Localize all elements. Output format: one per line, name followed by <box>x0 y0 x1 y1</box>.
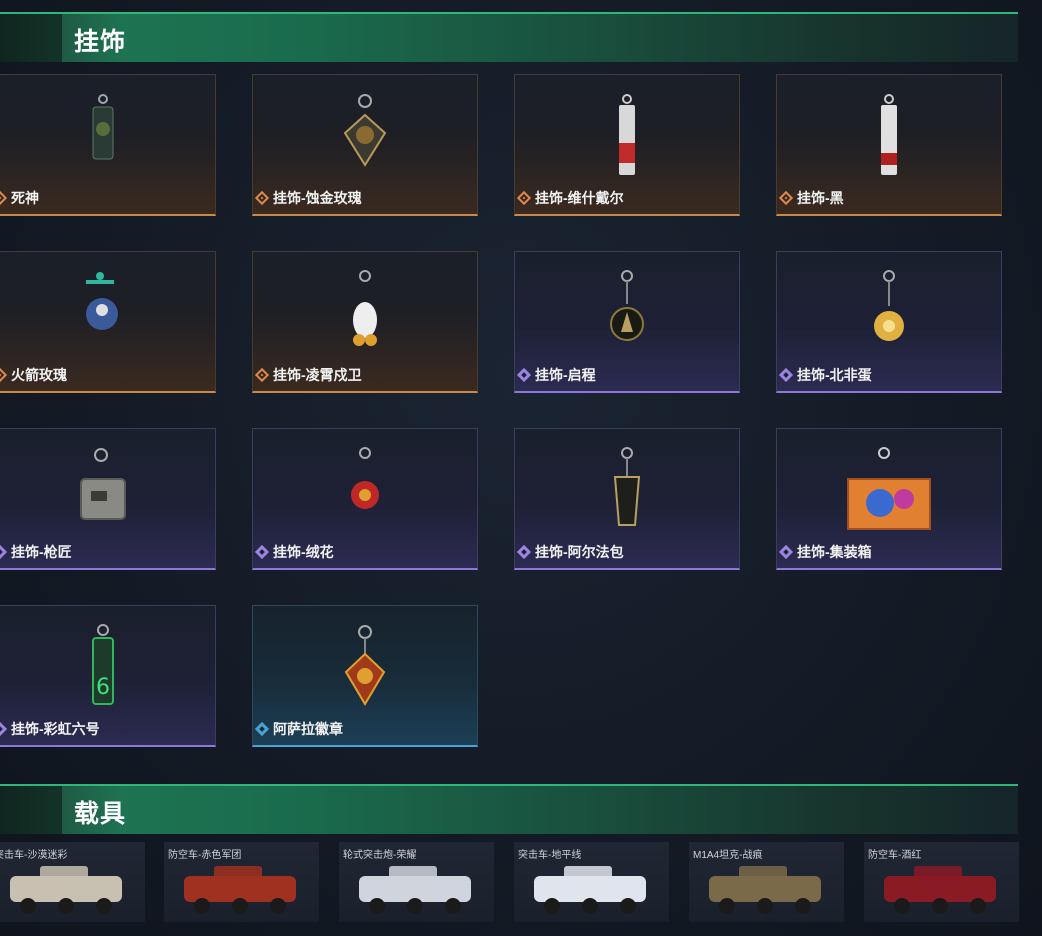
charm-label: 挂饰-枪匠 <box>0 542 72 562</box>
charm-card[interactable]: 火箭玫瑰 <box>0 251 216 393</box>
charm-name: 挂饰-彩虹六号 <box>11 721 100 737</box>
rarity-diamond-icon <box>0 721 8 737</box>
charm-label: 挂饰-彩虹六号 <box>0 719 100 739</box>
svg-text:6: 6 <box>96 675 110 700</box>
charm-card[interactable]: 挂饰-黑 <box>776 74 1002 216</box>
charm-name: 挂饰-蚀金玫瑰 <box>273 190 362 206</box>
charm-label: 挂饰-维什戴尔 <box>516 188 624 208</box>
charm-name: 挂饰-枪匠 <box>11 544 72 560</box>
charms-section-title: 挂饰 <box>74 27 127 56</box>
charms-section-header: 挂饰 <box>0 12 1018 62</box>
charm-label: 挂饰-北非蛋 <box>778 365 872 385</box>
rarity-diamond-icon <box>254 190 270 206</box>
rarity-diamond-icon <box>516 544 532 560</box>
vehicle-name: 防空车-赤色军团 <box>168 850 242 861</box>
vehicle-name: 突击车-地平线 <box>518 850 582 861</box>
vehicle-card[interactable]: 防空车-赤色军团 <box>164 842 319 922</box>
charm-card[interactable]: 挂饰-凌霄戍卫 <box>252 251 478 393</box>
charm-card[interactable]: 挂饰-绒花 <box>252 428 478 570</box>
rarity-diamond-icon <box>0 544 8 560</box>
rarity-diamond-icon <box>254 367 270 383</box>
vehicle-name: 突击车-沙漠迷彩 <box>0 850 68 861</box>
charm-card[interactable]: 挂饰-阿尔法包 <box>514 428 740 570</box>
rarity-diamond-icon <box>0 190 8 206</box>
charm-name: 挂饰-绒花 <box>273 544 334 560</box>
rarity-diamond-icon <box>0 367 8 383</box>
charm-label: 挂饰-集装箱 <box>778 542 872 562</box>
charm-card[interactable]: 挂饰-维什戴尔 <box>514 74 740 216</box>
charm-label: 火箭玫瑰 <box>0 365 67 385</box>
vehicle-card[interactable]: 防空车-酒红 <box>864 842 1019 922</box>
charm-name: 挂饰-凌霄戍卫 <box>273 367 362 383</box>
charm-label: 死神 <box>0 188 39 208</box>
charm-card[interactable]: 死神 <box>0 74 216 216</box>
rarity-diamond-icon <box>516 190 532 206</box>
charm-name: 挂饰-启程 <box>535 367 596 383</box>
vehicle-name: M1A4坦克-战痕 <box>693 850 763 861</box>
vehicle-card[interactable]: 突击车-沙漠迷彩 <box>0 842 145 922</box>
charm-name: 挂饰-阿尔法包 <box>535 544 624 560</box>
charm-name: 火箭玫瑰 <box>11 367 67 383</box>
charm-name: 挂饰-维什戴尔 <box>535 190 624 206</box>
vehicle-card[interactable]: 轮式突击炮-荣耀 <box>339 842 494 922</box>
charm-card[interactable]: 挂饰-枪匠 <box>0 428 216 570</box>
charm-card[interactable]: 6 挂饰-彩虹六号 <box>0 605 216 747</box>
charm-label: 挂饰-阿尔法包 <box>516 542 624 562</box>
charm-card[interactable]: 挂饰-北非蛋 <box>776 251 1002 393</box>
rarity-diamond-icon <box>516 367 532 383</box>
vehicle-card[interactable]: 突击车-地平线 <box>514 842 669 922</box>
charm-label: 挂饰-蚀金玫瑰 <box>254 188 362 208</box>
charm-name: 挂饰-北非蛋 <box>797 367 872 383</box>
charm-name: 阿萨拉徽章 <box>273 721 343 737</box>
charm-card[interactable]: 挂饰-启程 <box>514 251 740 393</box>
vehicle-name: 轮式突击炮-荣耀 <box>343 850 417 861</box>
charm-name: 死神 <box>11 190 39 206</box>
rarity-diamond-icon <box>254 544 270 560</box>
charm-label: 阿萨拉徽章 <box>254 719 343 739</box>
charm-label: 挂饰-启程 <box>516 365 596 385</box>
charm-card[interactable]: 挂饰-蚀金玫瑰 <box>252 74 478 216</box>
vehicles-section-title: 载具 <box>74 799 127 828</box>
rarity-diamond-icon <box>254 721 270 737</box>
rarity-diamond-icon <box>778 367 794 383</box>
rarity-diamond-icon <box>778 544 794 560</box>
vehicle-name: 防空车-酒红 <box>868 850 922 861</box>
charm-card[interactable]: 挂饰-集装箱 <box>776 428 1002 570</box>
vehicles-section-header: 载具 <box>0 784 1018 834</box>
charm-label: 挂饰-凌霄戍卫 <box>254 365 362 385</box>
charm-name: 挂饰-黑 <box>797 190 844 206</box>
charm-card[interactable]: 阿萨拉徽章 <box>252 605 478 747</box>
charm-label: 挂饰-黑 <box>778 188 844 208</box>
vehicle-card[interactable]: M1A4坦克-战痕 <box>689 842 844 922</box>
charm-name: 挂饰-集装箱 <box>797 544 872 560</box>
charm-label: 挂饰-绒花 <box>254 542 334 562</box>
rarity-diamond-icon <box>778 190 794 206</box>
